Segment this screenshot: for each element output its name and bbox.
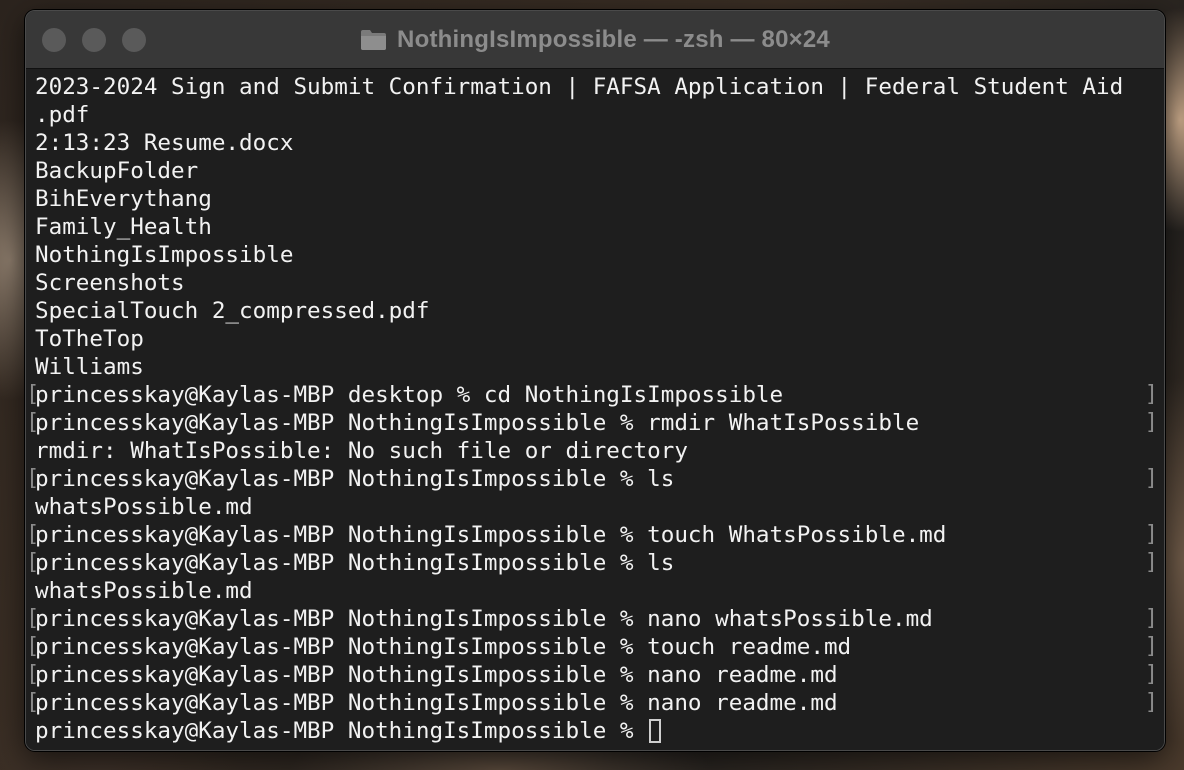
command-line: princesskay@Kaylas-MBP NothingIsImpossib…	[26, 521, 1159, 549]
output-line: Family_Health	[35, 214, 212, 240]
command-line: princesskay@Kaylas-MBP NothingIsImpossib…	[26, 689, 1159, 717]
output-line: 2:13:23 Resume.docx	[35, 130, 294, 156]
output-line: SpecialTouch 2_compressed.pdf	[35, 298, 430, 324]
output-line: whatsPossible.md	[35, 494, 253, 520]
title-bar[interactable]: NothingIsImpossible — -zsh — 80×24	[26, 11, 1164, 69]
output-line: .pdf	[35, 102, 90, 128]
window-title-group: NothingIsImpossible — -zsh — 80×24	[26, 11, 1164, 68]
output-line: Screenshots	[35, 270, 185, 296]
command-line: princesskay@Kaylas-MBP NothingIsImpossib…	[26, 465, 1159, 493]
output-line: BackupFolder	[35, 158, 199, 184]
command-line: princesskay@Kaylas-MBP NothingIsImpossib…	[26, 549, 1159, 577]
terminal-content[interactable]: 2023-2024 Sign and Submit Confirmation |…	[26, 69, 1164, 750]
prompt-text: princesskay@Kaylas-MBP NothingIsImpossib…	[35, 718, 648, 744]
folder-icon	[360, 29, 387, 51]
output-line: whatsPossible.md	[35, 578, 253, 604]
output-line: NothingIsImpossible	[35, 242, 294, 268]
command-line: princesskay@Kaylas-MBP NothingIsImpossib…	[26, 605, 1159, 633]
command-line: princesskay@Kaylas-MBP NothingIsImpossib…	[26, 409, 1159, 437]
output-line: ToTheTop	[35, 326, 144, 352]
output-line: rmdir: WhatIsPossible: No such file or d…	[35, 438, 688, 464]
output-line: Williams	[35, 354, 144, 380]
output-line: BihEverythang	[35, 186, 212, 212]
terminal-output: 2023-2024 Sign and Submit Confirmation |…	[26, 73, 1159, 745]
command-line: princesskay@Kaylas-MBP desktop % cd Noth…	[26, 381, 1159, 409]
output-line: 2023-2024 Sign and Submit Confirmation |…	[35, 74, 1124, 100]
window-title: NothingIsImpossible — -zsh — 80×24	[397, 25, 830, 53]
text-cursor	[649, 719, 662, 743]
terminal-window: NothingIsImpossible — -zsh — 80×24 2023-…	[25, 10, 1165, 751]
command-line: princesskay@Kaylas-MBP NothingIsImpossib…	[26, 633, 1159, 661]
current-prompt-line[interactable]: princesskay@Kaylas-MBP NothingIsImpossib…	[35, 717, 1159, 745]
command-line: princesskay@Kaylas-MBP NothingIsImpossib…	[26, 661, 1159, 689]
